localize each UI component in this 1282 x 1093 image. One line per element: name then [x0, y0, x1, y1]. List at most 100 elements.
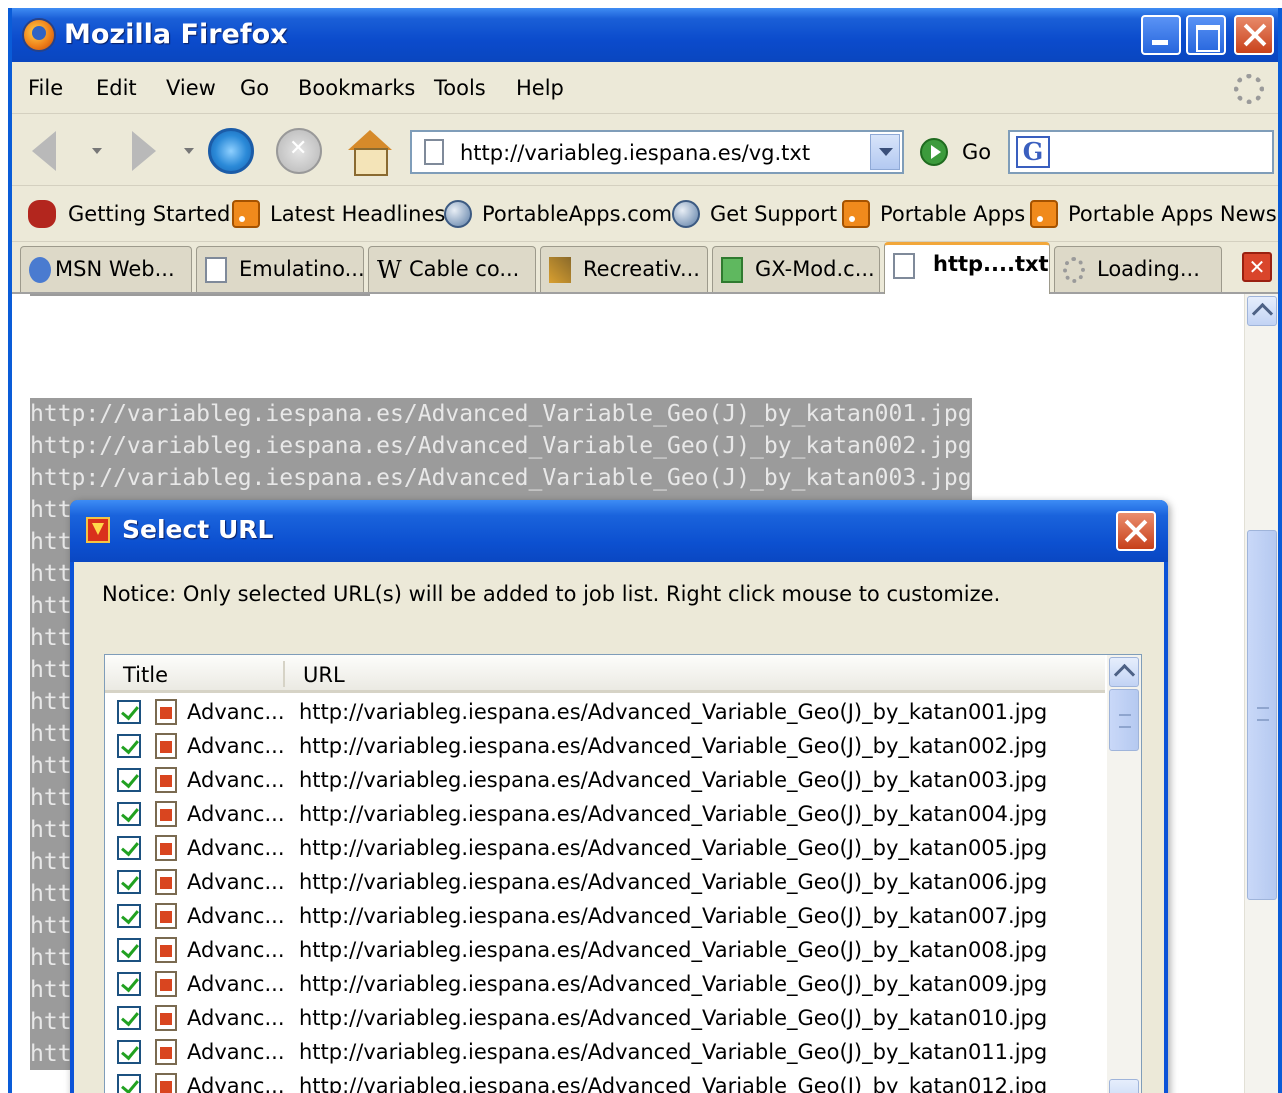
rss-icon — [232, 200, 260, 228]
bookmark-latest-headlines[interactable]: Latest Headlines — [270, 202, 445, 226]
bookmark-portable-apps-news[interactable]: Portable Apps News — [1068, 202, 1277, 226]
column-header-url[interactable]: URL — [303, 663, 345, 687]
row-title: Advanc... — [187, 802, 285, 826]
list-item[interactable]: Advanc... http://variableg.iespana.es/Adv… — [105, 967, 1105, 1001]
row-checkbox[interactable] — [117, 904, 141, 928]
page-icon — [893, 253, 915, 279]
dialog-title-bar[interactable]: Select URL — [70, 500, 1168, 562]
menu-view[interactable]: View — [166, 76, 216, 100]
list-scrollbar[interactable] — [1107, 655, 1141, 1093]
list-item[interactable]: Advanc... http://variableg.iespana.es/Adv… — [105, 1069, 1105, 1093]
row-checkbox[interactable] — [117, 768, 141, 792]
google-search-icon[interactable]: G — [1016, 136, 1050, 168]
bookmark-getting-started[interactable]: Getting Started — [68, 202, 230, 226]
globe-icon — [672, 200, 700, 228]
image-file-icon — [155, 835, 177, 861]
home-icon[interactable] — [346, 128, 392, 176]
list-item[interactable]: Advanc... http://variableg.iespana.es/Adv… — [105, 1035, 1105, 1069]
list-item[interactable]: Advanc... http://variableg.iespana.es/Adv… — [105, 899, 1105, 933]
tab-emulatino[interactable]: Emulatino... — [196, 246, 364, 292]
row-checkbox[interactable] — [117, 1006, 141, 1030]
tab-loading[interactable]: Loading... — [1054, 246, 1222, 292]
list-item[interactable]: Advanc... http://variableg.iespana.es/Adv… — [105, 729, 1105, 763]
menu-bar: File Edit View Go Bookmarks Tools Help — [12, 62, 1278, 114]
search-field[interactable]: G — [1008, 130, 1274, 174]
forward-button[interactable] — [120, 128, 166, 174]
list-item[interactable]: Advanc... http://variableg.iespana.es/Adv… — [105, 831, 1105, 865]
row-checkbox[interactable] — [117, 734, 141, 758]
menu-help[interactable]: Help — [516, 76, 564, 100]
close-tab-button[interactable]: ✕ — [1242, 252, 1272, 282]
scroll-up-button[interactable] — [1247, 296, 1277, 326]
globe-icon — [444, 200, 472, 228]
menu-go[interactable]: Go — [240, 76, 269, 100]
tab-wikipedia[interactable]: W Cable co... — [368, 246, 536, 292]
stop-icon[interactable] — [276, 128, 322, 174]
list-item[interactable]: Advanc... http://variableg.iespana.es/Adv… — [105, 933, 1105, 967]
row-title: Advanc... — [187, 938, 285, 962]
list-item[interactable]: Advanc... http://variableg.iespana.es/Adv… — [105, 763, 1105, 797]
url-list[interactable]: Title URL Advanc... http://variableg.iesp… — [104, 654, 1142, 1093]
url-history-dropdown[interactable] — [870, 134, 900, 170]
list-scroll-thumb[interactable] — [1109, 689, 1139, 751]
row-checkbox[interactable] — [117, 836, 141, 860]
tab-msn[interactable]: MSN Web... — [20, 246, 192, 292]
column-header-title[interactable]: Title — [123, 663, 168, 687]
list-item[interactable]: Advanc... http://variableg.iespana.es/Adv… — [105, 695, 1105, 729]
bookmark-get-support[interactable]: Get Support — [710, 202, 837, 226]
bookmark-portableapps-com[interactable]: PortableApps.com — [482, 202, 672, 226]
notice-text: Notice: Only selected URL(s) will be add… — [102, 582, 1001, 606]
row-title: Advanc... — [187, 734, 285, 758]
tab-active-txt[interactable]: http....txt — [884, 242, 1050, 294]
forward-history-dropdown[interactable] — [184, 148, 194, 154]
row-checkbox[interactable] — [117, 1074, 141, 1093]
minimize-button[interactable] — [1141, 15, 1181, 55]
row-checkbox[interactable] — [117, 938, 141, 962]
bookmarks-toolbar: Getting Started Latest Headlines Portabl… — [12, 186, 1278, 242]
go-button-label[interactable]: Go — [962, 140, 991, 164]
row-checkbox[interactable] — [117, 1040, 141, 1064]
menu-edit[interactable]: Edit — [96, 76, 137, 100]
page-scrollbar[interactable] — [1244, 294, 1278, 1093]
url-text: http://variableg.iespana.es/vg.txt — [460, 141, 811, 165]
scroll-thumb[interactable] — [1247, 530, 1277, 900]
row-title: Advanc... — [187, 1006, 285, 1030]
row-url: http://variableg.iespana.es/Advanced_Var… — [299, 904, 1048, 928]
row-url: http://variableg.iespana.es/Advanced_Var… — [299, 870, 1048, 894]
row-checkbox[interactable] — [117, 700, 141, 724]
window-title: Mozilla Firefox — [64, 19, 288, 50]
reload-icon[interactable] — [208, 128, 254, 174]
row-checkbox[interactable] — [117, 972, 141, 996]
tab-label: MSN Web... — [55, 257, 175, 281]
menu-file[interactable]: File — [28, 76, 63, 100]
row-url: http://variableg.iespana.es/Advanced_Var… — [299, 1040, 1048, 1064]
list-item[interactable]: Advanc... http://variableg.iespana.es/Adv… — [105, 797, 1105, 831]
tab-gxmod[interactable]: GX-Mod.c... — [712, 246, 880, 292]
row-checkbox[interactable] — [117, 802, 141, 826]
menu-bookmarks[interactable]: Bookmarks — [298, 76, 415, 100]
title-bar[interactable]: Mozilla Firefox — [12, 8, 1278, 62]
url-field[interactable]: http://variableg.iespana.es/vg.txt — [410, 130, 904, 174]
maximize-button[interactable] — [1186, 15, 1226, 55]
row-checkbox[interactable] — [117, 870, 141, 894]
back-button[interactable] — [28, 128, 74, 174]
list-scroll-up-button[interactable] — [1109, 657, 1139, 687]
dialog-close-button[interactable] — [1116, 511, 1156, 551]
row-title: Advanc... — [187, 1074, 285, 1093]
menu-tools[interactable]: Tools — [434, 76, 486, 100]
go-icon[interactable] — [920, 138, 948, 166]
close-button[interactable] — [1234, 15, 1274, 55]
tab-label: Recreativ... — [583, 257, 700, 281]
list-item[interactable]: Advanc... http://variableg.iespana.es/Adv… — [105, 865, 1105, 899]
list-scroll-down-button[interactable] — [1109, 1079, 1139, 1093]
bookmark-portable-apps[interactable]: Portable Apps — [880, 202, 1025, 226]
tab-recreativ[interactable]: Recreativ... — [540, 246, 708, 292]
back-history-dropdown[interactable] — [92, 148, 102, 154]
image-file-icon — [155, 767, 177, 793]
row-url: http://variableg.iespana.es/Advanced_Var… — [299, 700, 1048, 724]
column-divider[interactable] — [283, 661, 285, 687]
list-item[interactable]: Advanc... http://variableg.iespana.es/Adv… — [105, 1001, 1105, 1035]
image-file-icon — [155, 971, 177, 997]
row-url: http://variableg.iespana.es/Advanced_Var… — [299, 768, 1048, 792]
row-url: http://variableg.iespana.es/Advanced_Var… — [299, 802, 1048, 826]
